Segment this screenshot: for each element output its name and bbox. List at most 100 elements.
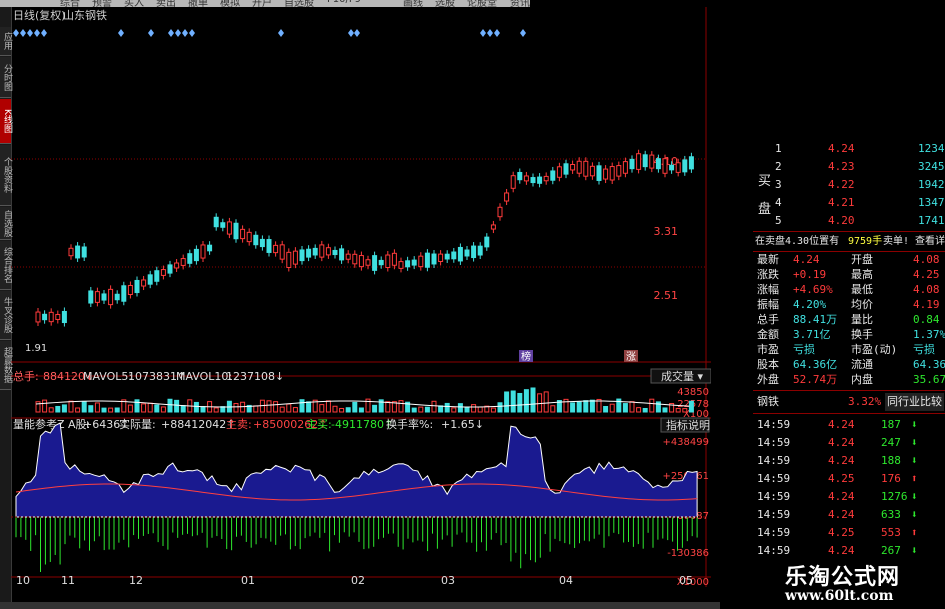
candle-body <box>589 165 595 177</box>
volume-bar <box>319 404 325 413</box>
signal-marker <box>348 29 354 37</box>
quote-row: 振幅 4.20% 均价 4.19 <box>753 297 945 312</box>
candle-body <box>576 160 582 174</box>
volume-bar <box>200 406 206 413</box>
candle-body <box>688 156 694 170</box>
toolbar-item[interactable]: 综合 <box>60 0 80 7</box>
rail-tab[interactable]: 牛叉诊股 <box>0 291 12 340</box>
volume-bar <box>167 398 173 413</box>
order-volume: 1741 <box>918 214 945 227</box>
candle-body <box>75 245 81 259</box>
rail-tab[interactable]: K线图 <box>0 99 12 144</box>
order-volume: 1347 <box>918 196 945 209</box>
order-price: 4.21 <box>828 196 855 209</box>
order-price: 4.22 <box>828 178 855 191</box>
toolbar-item[interactable]: 卖出 <box>156 0 176 7</box>
volume-bar <box>332 405 338 413</box>
volume-bar <box>609 403 615 413</box>
notice-more[interactable]: 查看详细 <box>915 233 945 251</box>
order-book-row[interactable]: 1 4.24 1234 <box>753 140 945 158</box>
bottom-tab-strip[interactable] <box>0 602 720 609</box>
order-price: 4.23 <box>828 160 855 173</box>
toolbar-item[interactable]: F10/F9 <box>327 0 361 5</box>
candle-body <box>570 164 576 171</box>
divider <box>753 390 945 391</box>
volume-bar <box>160 406 166 413</box>
kline-chart-area[interactable]: 日线(复权)山东钢铁4.103.312.511.91榜涨总手:884120↓MA… <box>11 7 711 587</box>
candle-body <box>596 165 602 181</box>
volume-bar <box>358 407 364 413</box>
order-book-row[interactable]: 5 4.20 1741 <box>753 212 945 230</box>
candle-body <box>662 158 668 174</box>
volume-bar <box>81 401 87 413</box>
volume-bar <box>530 387 536 413</box>
toolbar-item[interactable]: 论股堂 <box>467 0 497 7</box>
volume-bar <box>411 407 417 413</box>
toolbar-item[interactable]: 画线 <box>403 0 423 7</box>
toolbar-item[interactable]: 买入 <box>124 0 144 7</box>
volume-bar <box>418 406 424 413</box>
trade-row: 14:59 4.24 188 ⬇ <box>753 452 945 470</box>
rail-tab[interactable]: 超赢数据 <box>0 341 12 390</box>
volume-bar <box>636 407 642 413</box>
trade-price: 4.24 <box>828 508 855 521</box>
volume-bar <box>279 406 285 413</box>
candle-body <box>616 165 622 177</box>
toolbar-item[interactable]: 自选股 <box>284 0 314 7</box>
toolbar-item[interactable]: 预警 <box>92 0 112 7</box>
event-badge-label: 榜 <box>521 350 531 363</box>
volume-bar <box>629 401 635 413</box>
candle-body <box>517 171 523 181</box>
industry-compare-button[interactable]: 同行业比较 <box>885 393 944 411</box>
toolbar-item[interactable]: 模拟 <box>220 0 240 7</box>
quote-value: 4.08 <box>913 253 940 266</box>
price-axis-label: 3.31 <box>654 225 679 238</box>
main-buy-value: -4911780↑ <box>331 418 393 431</box>
trade-row: 14:59 4.24 633 ⬇ <box>753 506 945 524</box>
order-book-row[interactable]: 3 4.22 1942 <box>753 176 945 194</box>
volume-bar <box>622 403 628 413</box>
volume-bar <box>299 399 305 413</box>
trade-row: 14:59 4.25 553 ⬆ <box>753 524 945 542</box>
candle-body <box>141 279 147 287</box>
order-book-row[interactable]: 2 4.23 3245 <box>753 158 945 176</box>
large-order-notice[interactable]: 在卖盘4.30位置有 9759手卖单! 查看详细 <box>753 233 945 251</box>
trade-volume: 187 <box>881 418 901 431</box>
volume-bar <box>385 401 391 413</box>
rail-tab[interactable]: 综合排名 <box>0 241 12 290</box>
indicator-histogram <box>15 517 698 572</box>
candle-body <box>160 269 166 276</box>
toolbar-item[interactable]: 资讯 <box>510 0 530 7</box>
candle-body <box>675 162 681 173</box>
candle-body <box>226 221 232 235</box>
order-book-row[interactable]: 4 4.21 1347 <box>753 194 945 212</box>
toolbar-item[interactable]: 选股 <box>435 0 455 7</box>
candle-body <box>471 245 477 259</box>
arrow-up-icon: ⬆ <box>911 472 918 485</box>
volume-bar <box>141 403 147 413</box>
rail-tab[interactable]: 个股资料 <box>0 145 12 206</box>
signal-marker <box>278 29 284 37</box>
rail-tab[interactable]: 分时图 <box>0 57 12 98</box>
volume-bar <box>642 407 648 413</box>
notice-tag: 卖单! <box>883 236 910 247</box>
candle-body <box>240 228 246 240</box>
trade-time: 14:59 <box>757 436 791 449</box>
candle-body <box>114 293 120 301</box>
trade-row: 14:59 4.24 247 ⬇ <box>753 434 945 452</box>
signal-marker <box>494 29 500 37</box>
trade-volume: 188 <box>881 454 901 467</box>
rail-tab[interactable]: 应用 <box>0 27 12 56</box>
toolbar-item[interactable]: 撤单 <box>188 0 208 7</box>
notice-qty: 9759手 <box>848 236 883 247</box>
candlesticks <box>35 149 694 327</box>
volume-bar <box>339 407 345 413</box>
quote-value: 52.74万 <box>793 373 838 386</box>
toolbar-item[interactable]: 开户 <box>252 0 272 7</box>
candle-body <box>642 154 648 168</box>
rail-tab[interactable]: 自选股 <box>0 207 12 240</box>
trade-price: 4.25 <box>828 472 855 485</box>
quote-label: 金额 <box>757 328 779 341</box>
quote-value: 亏损 <box>793 343 815 356</box>
x-axis-label: 04 <box>559 574 573 587</box>
